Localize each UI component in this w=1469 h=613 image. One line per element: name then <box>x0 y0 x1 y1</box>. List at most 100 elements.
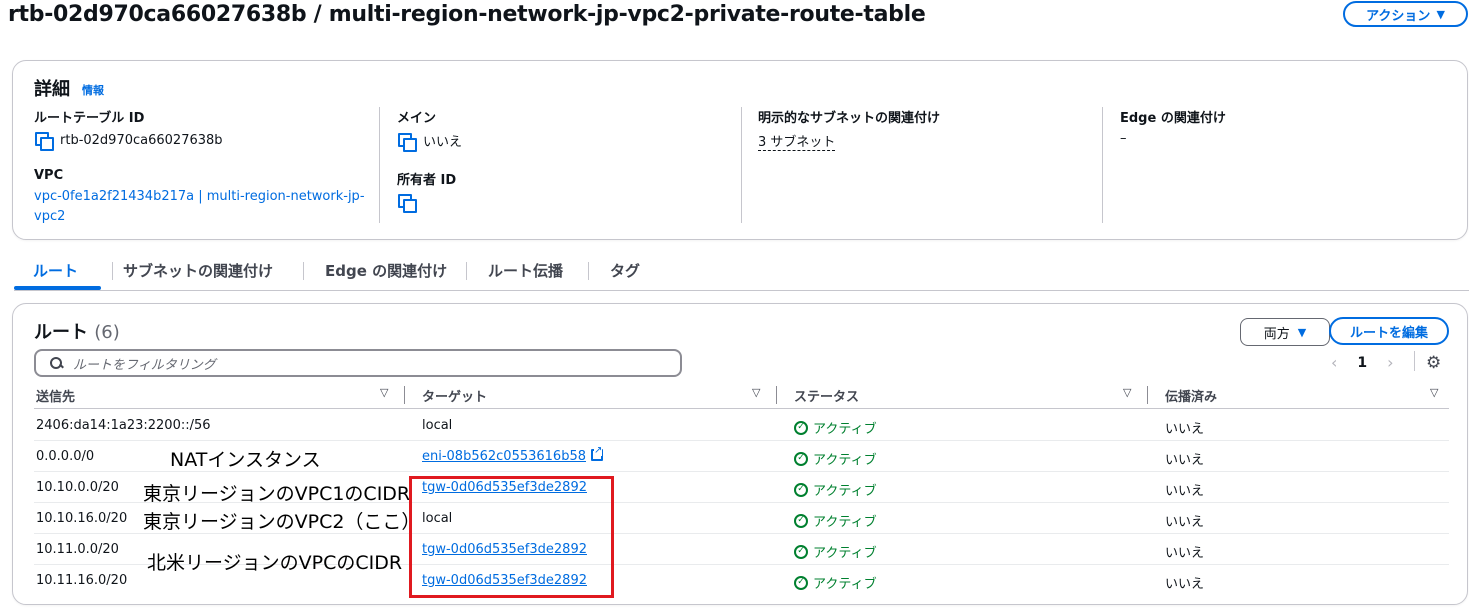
table-header: 送信先 ▽ ターゲット ▽ ステータス ▽ 伝播済み ▽ <box>34 383 1449 409</box>
vpc-link-cont[interactable]: vpc2 <box>34 207 365 227</box>
details-panel: 詳細 情報 ルートテーブル ID rtb-02d970ca66027638b V… <box>12 60 1468 240</box>
propagated-cell: いいえ <box>1165 453 1205 468</box>
destination-cell: 10.11.16.0/20 <box>36 573 128 588</box>
column-divider <box>741 107 742 223</box>
chevron-right-icon[interactable]: › <box>1387 353 1393 372</box>
settings-gear-icon[interactable]: ⚙ <box>1426 353 1441 373</box>
propagated-cell: いいえ <box>1165 484 1205 499</box>
tab-divider <box>112 262 113 280</box>
main-value: いいえ <box>423 135 463 150</box>
status-cell: ✓ アクティブ <box>794 542 877 561</box>
tab-bar: ルート サブネットの関連付け Edge の関連付け ルート伝播 タグ <box>14 255 1469 291</box>
info-link[interactable]: 情報 <box>82 82 104 98</box>
column-header-destination[interactable]: 送信先 <box>36 386 75 405</box>
routes-count: (6) <box>94 322 120 343</box>
copy-icon[interactable] <box>397 132 417 152</box>
route-filter-input[interactable]: ルートをフィルタリング <box>34 349 682 377</box>
tab-divider <box>466 262 467 280</box>
caret-down-icon: ▼ <box>1297 325 1307 339</box>
edit-routes-button[interactable]: ルートを編集 <box>1329 317 1449 345</box>
tab-divider <box>588 262 589 280</box>
page-title: rtb-02d970ca66027638b / multi-region-net… <box>8 2 926 27</box>
sort-icon[interactable]: ▽ <box>380 386 388 399</box>
sort-icon[interactable]: ▽ <box>1123 386 1131 399</box>
chevron-left-icon[interactable]: ‹ <box>1331 353 1337 372</box>
route-table-id-value: rtb-02d970ca66027638b <box>60 132 223 148</box>
pagination: ‹ 1 › <box>1331 353 1394 372</box>
status-text: アクティブ <box>813 453 877 468</box>
column-header-target[interactable]: ターゲット <box>422 386 487 405</box>
target-cell: eni-08b562c0553616b58 <box>422 445 603 464</box>
status-cell: ✓ アクティブ <box>794 573 877 592</box>
copy-icon[interactable] <box>397 193 417 213</box>
highlight-box <box>409 476 614 598</box>
active-tab-indicator <box>14 286 101 290</box>
status-success-icon: ✓ <box>794 482 808 497</box>
status-success-icon: ✓ <box>794 451 808 466</box>
edge-association-label: Edge の関連付け <box>1120 111 1226 126</box>
explicit-subnet-value[interactable]: 3 サブネット <box>758 131 836 151</box>
details-column-2: メイン いいえ 所有者 ID <box>397 107 463 213</box>
owner-id-label: 所有者 ID <box>397 173 457 188</box>
propagated-cell: いいえ <box>1165 546 1205 561</box>
routes-title-text: ルート <box>34 322 88 343</box>
column-divider <box>379 107 380 223</box>
column-resizer[interactable] <box>404 386 405 404</box>
ip-version-select[interactable]: 両方 ▼ <box>1240 318 1330 346</box>
destination-cell: 10.10.0.0/20 <box>36 480 119 495</box>
target-link[interactable]: eni-08b562c0553616b58 <box>422 449 586 464</box>
status-success-icon: ✓ <box>794 544 808 559</box>
propagated-cell: いいえ <box>1165 577 1205 592</box>
annotation-tokyo-vpc1: 東京リージョンのVPC1のCIDR <box>143 483 411 505</box>
status-cell: ✓ アクティブ <box>794 511 877 530</box>
column-divider <box>1102 107 1103 223</box>
page-number[interactable]: 1 <box>1357 355 1367 371</box>
ip-version-value: 両方 <box>1263 326 1290 342</box>
annotation-nat-instance: NATインスタンス <box>170 449 321 471</box>
status-cell: ✓ アクティブ <box>794 418 877 437</box>
tab-edge-associations[interactable]: Edge の関連付け <box>325 260 447 281</box>
vpc-label: VPC <box>34 168 64 183</box>
edge-association-value: – <box>1120 131 1127 146</box>
details-column-4: Edge の関連付け – <box>1120 107 1226 146</box>
status-cell: ✓ アクティブ <box>794 449 877 468</box>
status-text: アクティブ <box>813 515 877 530</box>
route-table-id-label: ルートテーブル ID <box>34 111 145 126</box>
explicit-subnet-label: 明示的なサブネットの関連付け <box>758 111 941 126</box>
sort-icon[interactable]: ▽ <box>752 386 760 399</box>
target-cell: local <box>422 418 453 433</box>
actions-button[interactable]: アクション ▼ <box>1343 1 1468 27</box>
tab-subnet-associations[interactable]: サブネットの関連付け <box>123 260 273 281</box>
tab-routes[interactable]: ルート <box>33 260 78 281</box>
vpc-link[interactable]: vpc-0fe1a2f21434b217a | multi-region-net… <box>34 187 365 207</box>
actions-button-label: アクション <box>1366 8 1431 24</box>
main-label: メイン <box>397 111 437 126</box>
status-text: アクティブ <box>813 577 877 592</box>
tab-tags[interactable]: タグ <box>610 260 640 281</box>
copy-icon[interactable] <box>34 131 54 151</box>
sort-icon[interactable]: ▽ <box>1430 386 1438 399</box>
search-icon <box>50 356 63 370</box>
external-link-icon[interactable] <box>591 445 603 461</box>
routes-title: ルート (6) <box>34 318 120 344</box>
column-resizer[interactable] <box>1147 386 1148 404</box>
status-cell: ✓ アクティブ <box>794 480 877 499</box>
annotation-tokyo-vpc2: 東京リージョンのVPC2（ここ） <box>143 511 421 533</box>
caret-down-icon: ▼ <box>1436 7 1445 21</box>
pager-divider <box>1414 351 1415 371</box>
status-success-icon: ✓ <box>794 420 808 435</box>
details-column-1: ルートテーブル ID rtb-02d970ca66027638b VPC vpc… <box>34 107 365 227</box>
filter-placeholder: ルートをフィルタリング <box>73 357 216 373</box>
table-row: 2406:da14:1a23:2200::/56 local ✓ アクティブ いい… <box>34 410 1449 441</box>
status-success-icon: ✓ <box>794 575 808 590</box>
column-header-propagated[interactable]: 伝播済み <box>1165 386 1217 405</box>
annotation-na-vpc: 北米リージョンのVPCのCIDR <box>147 552 403 574</box>
column-header-status[interactable]: ステータス <box>794 386 859 405</box>
destination-cell: 10.11.0.0/20 <box>36 542 119 557</box>
tab-route-propagation[interactable]: ルート伝播 <box>488 260 563 281</box>
destination-cell: 10.10.16.0/20 <box>36 511 128 526</box>
column-resizer[interactable] <box>776 386 777 404</box>
propagated-cell: いいえ <box>1165 422 1205 437</box>
destination-cell: 2406:da14:1a23:2200::/56 <box>36 418 211 433</box>
status-text: アクティブ <box>813 546 877 561</box>
